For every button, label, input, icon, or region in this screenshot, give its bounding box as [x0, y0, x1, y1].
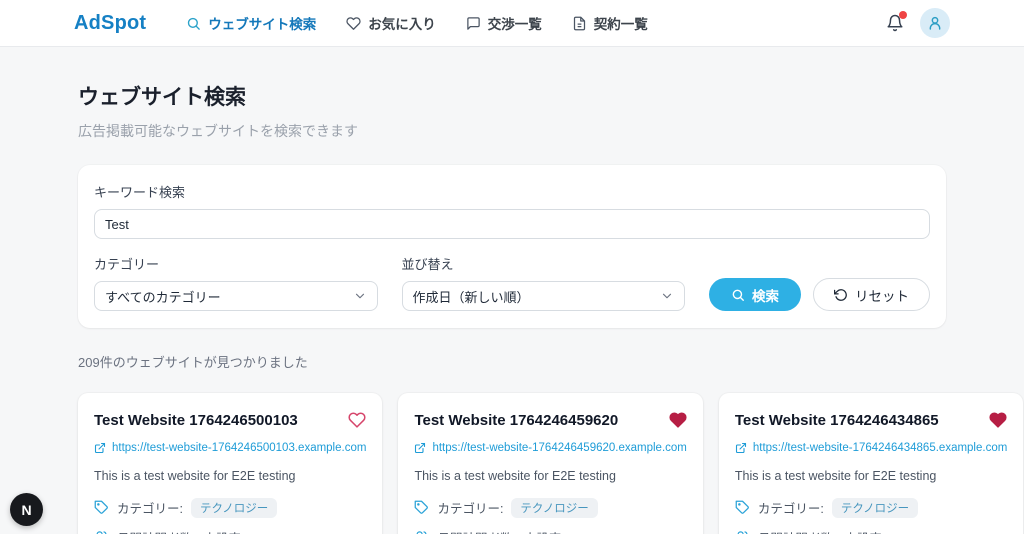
category-badge: テクノロジー [191, 498, 277, 518]
favorite-button[interactable] [989, 411, 1007, 429]
favorite-button[interactable] [669, 411, 687, 429]
users-icon [94, 530, 109, 534]
main-content: ウェブサイト検索 広告掲載可能なウェブサイトを検索できます キーワード検索 カテ… [78, 81, 946, 534]
card-category-row: カテゴリー: テクノロジー [735, 498, 1007, 518]
nav-item-negotiations[interactable]: 交渉一覧 [466, 13, 542, 33]
dev-tools-badge[interactable]: N [10, 493, 43, 526]
reset-icon [834, 288, 848, 302]
tag-icon [414, 500, 429, 515]
sort-selected-value: 作成日（新しい順） [413, 287, 530, 306]
page-subtitle: 広告掲載可能なウェブサイトを検索できます [78, 121, 946, 141]
page-title: ウェブサイト検索 [78, 81, 946, 111]
nav-label: お気に入り [368, 13, 436, 33]
nav-label: 契約一覧 [594, 13, 648, 33]
favorite-button[interactable] [348, 411, 366, 429]
card-visitors-row: 月間訪問者数: 未設定 [94, 528, 366, 534]
search-icon [731, 288, 745, 302]
keyword-input[interactable] [94, 209, 930, 239]
tag-icon [94, 500, 109, 515]
card-url-link[interactable]: https://test-website-1764246500103.examp… [94, 442, 366, 454]
results-grid: Test Website 1764246500103 https://test-… [78, 393, 946, 534]
nav-label: ウェブサイト検索 [208, 13, 316, 33]
external-link-icon [735, 442, 747, 454]
card-title: Test Website 1764246434865 [735, 411, 939, 431]
category-selected-value: すべてのカテゴリー [105, 287, 221, 306]
website-card: Test Website 1764246434865 https://test-… [719, 393, 1023, 534]
nav-item-website-search[interactable]: ウェブサイト検索 [186, 13, 316, 33]
external-link-icon [414, 442, 426, 454]
chevron-down-icon [353, 289, 367, 303]
external-link-icon [94, 442, 106, 454]
card-url-link[interactable]: https://test-website-1764246459620.examp… [414, 442, 686, 454]
heart-icon [669, 411, 687, 429]
chat-icon [466, 16, 481, 31]
header-actions [886, 8, 950, 38]
user-avatar[interactable] [920, 8, 950, 38]
card-description: This is a test website for E2E testing [414, 469, 686, 483]
nav-label: 交渉一覧 [488, 13, 542, 33]
tag-icon [735, 500, 750, 515]
brand-logo[interactable]: AdSpot [74, 12, 146, 35]
card-visitors-row: 月間訪問者数: 未設定 [735, 528, 1007, 534]
card-category-row: カテゴリー: テクノロジー [94, 498, 366, 518]
heart-icon [346, 16, 361, 31]
category-badge: テクノロジー [511, 498, 597, 518]
card-description: This is a test website for E2E testing [94, 469, 366, 483]
card-visitors-row: 月間訪問者数: 未設定 [414, 528, 686, 534]
sort-select[interactable]: 作成日（新しい順） [402, 281, 686, 311]
main-nav: ウェブサイト検索 お気に入り 交渉一覧 契約一覧 [186, 13, 886, 33]
search-panel: キーワード検索 カテゴリー すべてのカテゴリー 並び替え 作成日（新しい順） [78, 165, 946, 328]
sort-label: 並び替え [402, 254, 686, 273]
category-label: カテゴリー [94, 254, 378, 273]
card-category-row: カテゴリー: テクノロジー [414, 498, 686, 518]
notifications-button[interactable] [886, 14, 904, 32]
reset-button[interactable]: リセット [813, 278, 930, 311]
search-icon [186, 16, 201, 31]
category-select[interactable]: すべてのカテゴリー [94, 281, 378, 311]
top-navbar: AdSpot ウェブサイト検索 お気に入り 交渉一覧 契約一覧 [0, 0, 1024, 47]
nav-item-contracts[interactable]: 契約一覧 [572, 13, 648, 33]
website-card: Test Website 1764246459620 https://test-… [398, 393, 702, 534]
card-description: This is a test website for E2E testing [735, 469, 1007, 483]
card-url-link[interactable]: https://test-website-1764246434865.examp… [735, 442, 1007, 454]
notification-dot [899, 11, 907, 19]
keyword-label: キーワード検索 [94, 182, 930, 201]
category-badge: テクノロジー [832, 498, 918, 518]
document-icon [572, 16, 587, 31]
heart-icon [989, 411, 1007, 429]
users-icon [735, 530, 750, 534]
person-icon [927, 15, 943, 31]
search-button[interactable]: 検索 [709, 278, 801, 311]
card-title: Test Website 1764246500103 [94, 411, 298, 431]
chevron-down-icon [660, 289, 674, 303]
results-count: 209件のウェブサイトが見つかりました [78, 352, 946, 371]
heart-icon [348, 411, 366, 429]
website-card: Test Website 1764246500103 https://test-… [78, 393, 382, 534]
nav-item-favorites[interactable]: お気に入り [346, 13, 436, 33]
users-icon [414, 530, 429, 534]
card-title: Test Website 1764246459620 [414, 411, 618, 431]
